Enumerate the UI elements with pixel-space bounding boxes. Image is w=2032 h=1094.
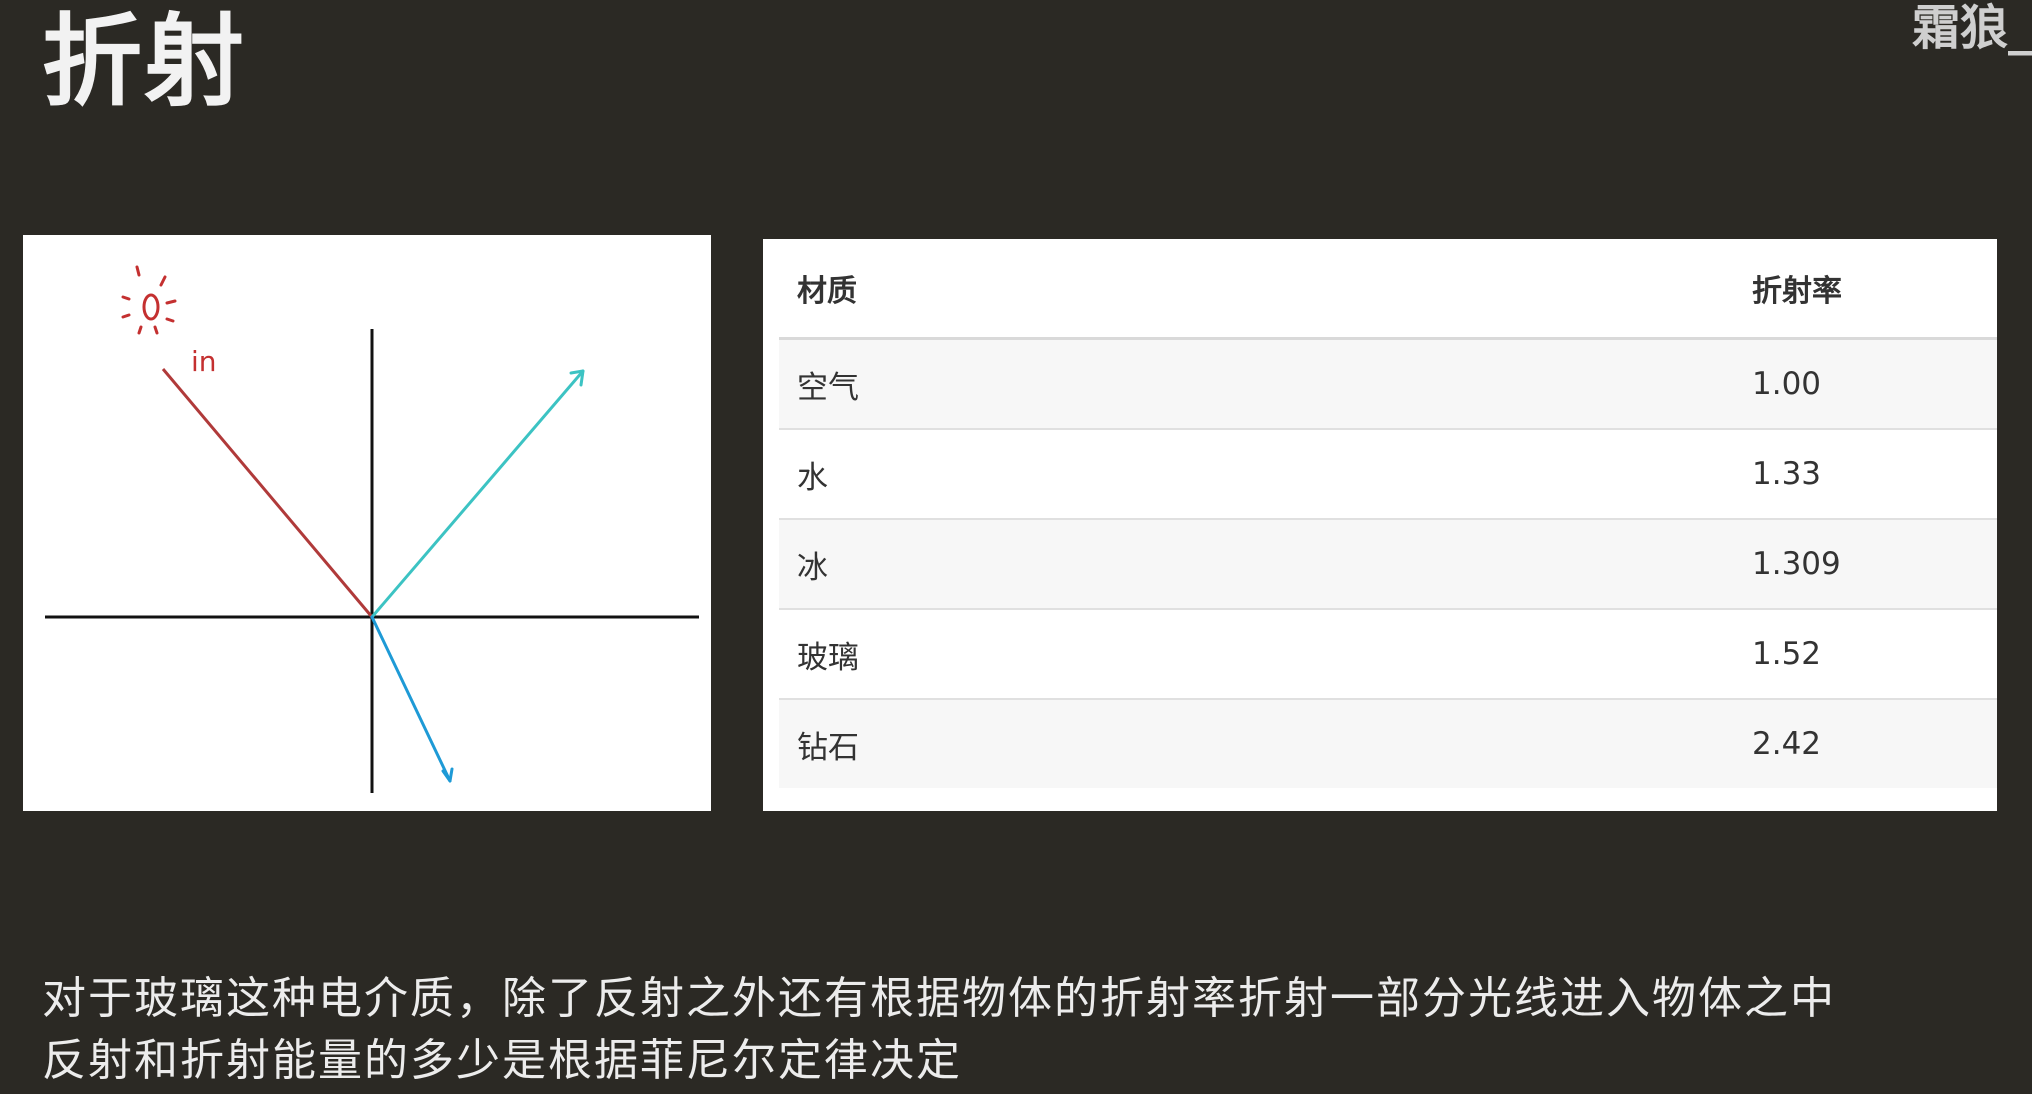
header-ior: 折射率	[1734, 239, 1997, 340]
refraction-diagram: in	[23, 235, 711, 811]
ior-cell: 1.00	[1734, 338, 1997, 430]
table-row: 钻石 2.42	[779, 699, 1997, 788]
ior-table: 材质 折射率 空气 1.00 水 1.33 冰 1.309 玻璃 1.52 钻石	[779, 239, 1997, 788]
table-row: 水 1.33	[779, 429, 1997, 520]
material-cell: 玻璃	[779, 609, 1734, 700]
slide-title: 折射	[42, 3, 246, 120]
light-source-icon	[121, 265, 177, 335]
incident-ray	[161, 368, 374, 618]
material-cell: 水	[779, 429, 1734, 520]
material-cell: 钻石	[779, 699, 1734, 788]
caption-line-1: 对于玻璃这种电介质，除了反射之外还有根据物体的折射率折射一部分光线进入物体之中	[42, 973, 1836, 1024]
watermark: 霜狼_	[1911, 0, 2032, 56]
table-row: 空气 1.00	[779, 338, 1997, 430]
table-header-row: 材质 折射率	[779, 239, 1997, 340]
refracted-ray	[370, 615, 454, 783]
material-cell: 冰	[779, 519, 1734, 610]
reflected-ray	[370, 369, 585, 619]
caption-line-2: 反射和折射能量的多少是根据菲尼尔定律决定	[42, 1035, 962, 1086]
header-material: 材质	[779, 239, 1734, 340]
ior-cell: 1.309	[1734, 519, 1997, 610]
table-row: 冰 1.309	[779, 519, 1997, 610]
ior-table-panel: 材质 折射率 空气 1.00 水 1.33 冰 1.309 玻璃 1.52 钻石	[763, 239, 1997, 811]
material-cell: 空气	[779, 338, 1734, 430]
ior-cell: 1.33	[1734, 429, 1997, 520]
ior-cell: 2.42	[1734, 699, 1997, 788]
incoming-label: in	[191, 345, 217, 378]
caption: 对于玻璃这种电介质，除了反射之外还有根据物体的折射率折射一部分光线进入物体之中 …	[42, 968, 2002, 1092]
table-row: 玻璃 1.52	[779, 609, 1997, 700]
ior-cell: 1.52	[1734, 609, 1997, 700]
refraction-diagram-svg: in	[45, 265, 699, 793]
